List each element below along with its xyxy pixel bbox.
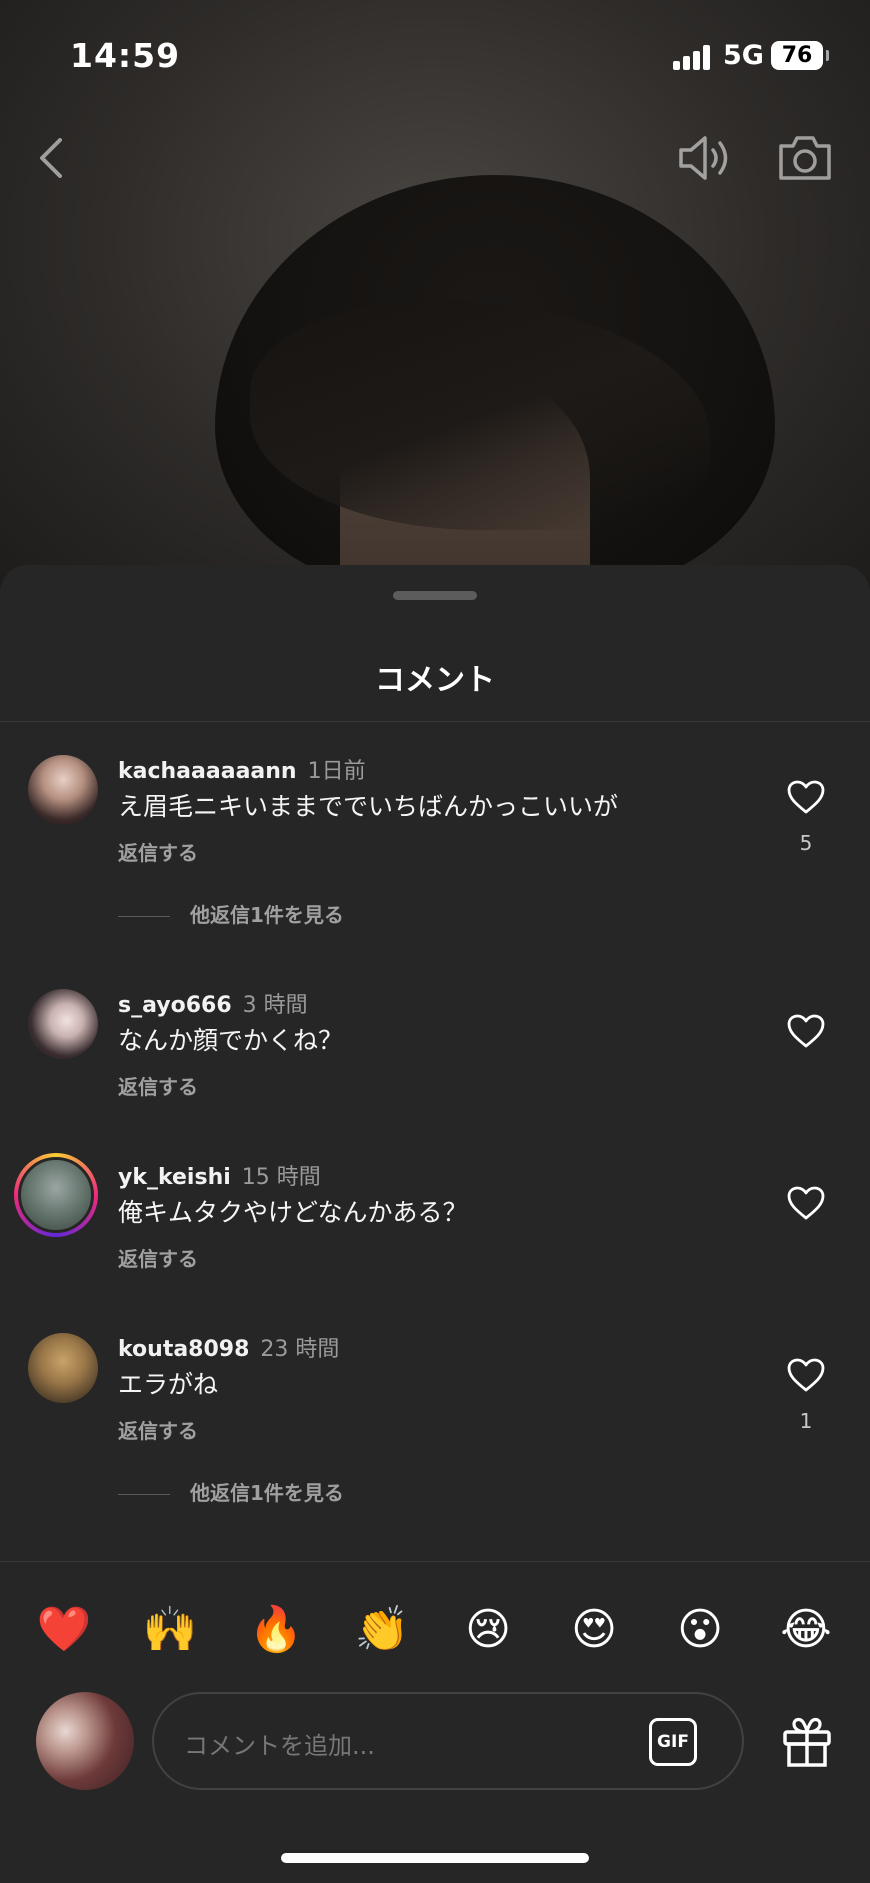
avatar[interactable] [28,1333,98,1403]
heart-icon [787,780,825,814]
reply-button[interactable]: 返信する [118,1071,198,1100]
like-button[interactable] [786,779,826,815]
comment-text: なんか顔でかくね？ [118,1026,344,1055]
comment-username[interactable]: kouta8098 [118,1337,249,1362]
avatar [18,1157,94,1233]
view-more-replies[interactable]: 他返信1件を見る [118,899,344,928]
comment-username[interactable]: yk_keishi [118,1165,231,1190]
like-button[interactable] [786,1013,826,1049]
comment-time: 23 時間 [260,1337,340,1362]
battery-icon: 76 [771,41,829,70]
view-more-replies[interactable]: 他返信1件を見る [118,1477,344,1506]
gift-button[interactable] [781,1714,833,1768]
sound-toggle-button[interactable] [675,128,735,188]
comment-time: 1日前 [307,759,366,784]
current-user-avatar[interactable] [36,1692,134,1790]
network-type: 5G [723,40,764,71]
heart-icon [787,1358,825,1392]
emoji-heart-eyes-button[interactable]: 😍 [562,1600,626,1660]
back-button[interactable] [30,130,74,186]
comment-time: 3 時間 [242,993,308,1018]
heart-icon [787,1014,825,1048]
comment-input[interactable]: コメントを追加... GIF [152,1692,744,1790]
comment-text: エラがね [118,1370,219,1399]
like-count: 1 [799,1409,813,1433]
sheet-drag-handle[interactable] [393,591,477,600]
heart-icon [787,1186,825,1220]
emoji-surprised-button[interactable]: 😮 [668,1600,732,1660]
avatar-story-ring[interactable] [14,1153,98,1237]
emoji-fire-button[interactable]: 🔥 [244,1600,308,1660]
camera-button[interactable] [775,128,835,188]
composer-divider [0,1561,870,1562]
emoji-reaction-bar: ❤️ 🙌 🔥 👏 😢 😍 😮 😂 [0,1600,870,1660]
like-button[interactable] [786,1357,826,1393]
emoji-raised-hands-button[interactable]: 🙌 [138,1600,202,1660]
comment-text: 俺キムタクやけどなんかある？ [118,1198,468,1227]
chevron-left-icon [40,138,62,178]
comment-username[interactable]: s_ayo666 [118,993,232,1018]
cellular-signal-icon [673,44,713,70]
like-button[interactable] [786,1185,826,1221]
comment-username[interactable]: kachaaaaaann [118,759,297,784]
speaker-icon [679,136,728,180]
status-bar: 14:59 5G 76 [0,0,870,110]
gift-icon [783,1717,831,1767]
sheet-title: コメント [375,663,495,698]
emoji-clap-button[interactable]: 👏 [350,1600,414,1660]
reply-button[interactable]: 返信する [118,837,198,866]
emoji-crying-button[interactable]: 😢 [456,1600,520,1660]
reply-button[interactable]: 返信する [118,1243,198,1272]
camera-icon [779,136,831,180]
title-divider [0,721,870,722]
avatar[interactable] [28,755,98,825]
comment-text: え眉毛ニキいままででいちばんかっこいいが [118,792,619,821]
comments-sheet: コメント kachaaaaaann 1日前 え眉毛ニキいままででいちばんかっこい… [0,565,870,1883]
comment-time: 15 時間 [241,1165,321,1190]
comment-input-placeholder: コメントを追加... [184,1732,375,1760]
home-indicator[interactable] [281,1853,589,1863]
gif-button[interactable]: GIF [649,1718,697,1766]
reply-button[interactable]: 返信する [118,1415,198,1444]
emoji-laughing-button[interactable]: 😂 [774,1600,838,1660]
avatar[interactable] [28,989,98,1059]
like-count: 5 [799,831,813,855]
status-time: 14:59 [70,36,181,75]
emoji-heart-button[interactable]: ❤️ [32,1600,96,1660]
